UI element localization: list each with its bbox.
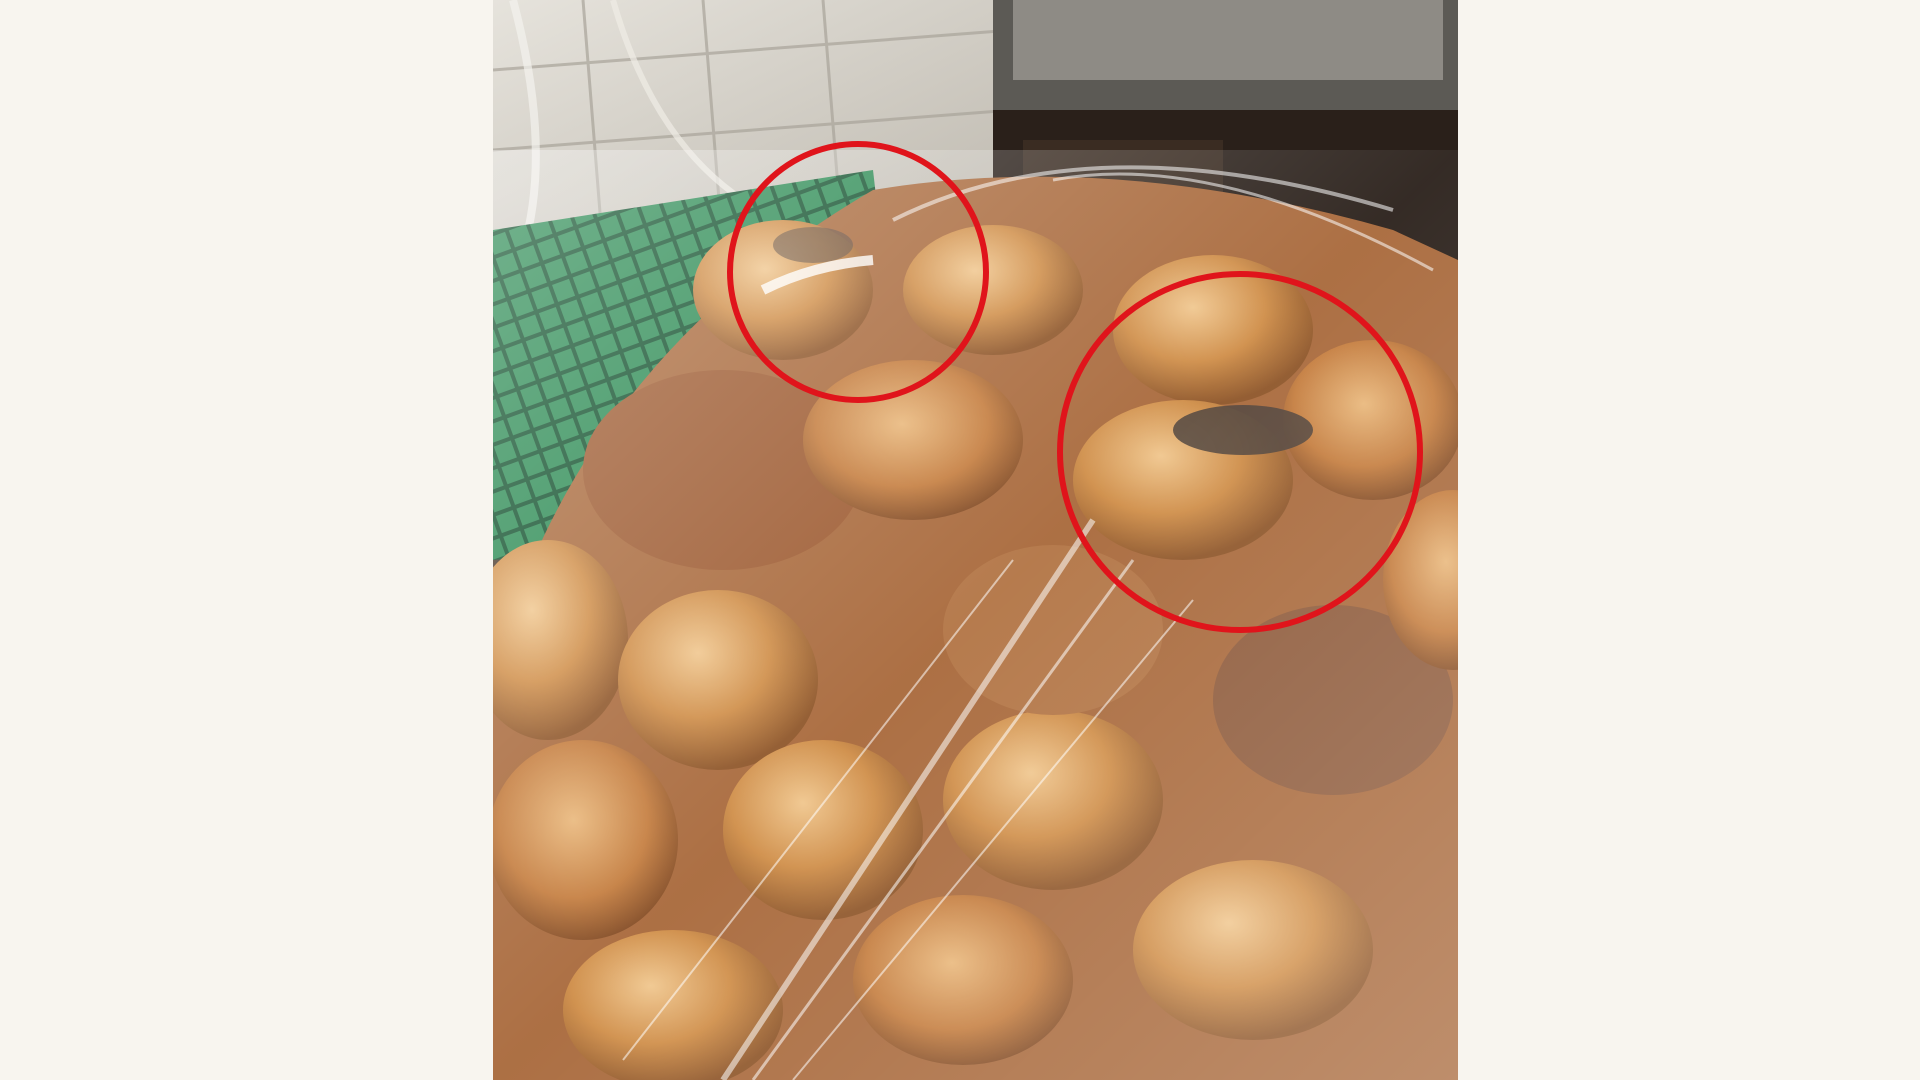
page bbox=[0, 0, 1920, 1080]
photo bbox=[493, 0, 1458, 1080]
equipment-panel bbox=[1013, 0, 1443, 80]
photo-illustration bbox=[493, 0, 1458, 1080]
